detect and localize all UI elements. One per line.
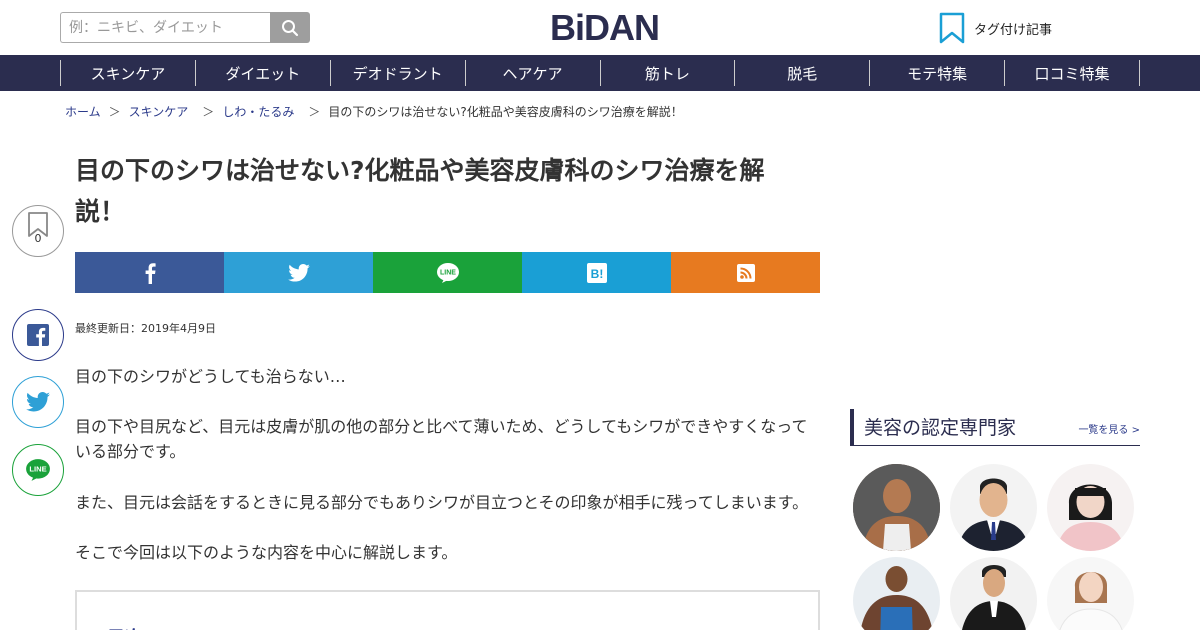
float-facebook-button[interactable] [12,309,64,361]
breadcrumb-current: 目の下のシワは治せない?化粧品や美容皮膚科のシワ治療を解説！ [328,105,683,119]
breadcrumb-separator: ＞ [108,105,121,119]
breadcrumb-skincare[interactable]: スキンケア [129,103,189,120]
line-icon: LINE [436,262,459,283]
share-hatena-button[interactable]: B! [522,252,671,293]
expert-portrait [853,557,940,630]
expert-avatar[interactable] [1047,464,1134,551]
hatena-bookmark-icon: B! [586,262,607,283]
share-bar: LINE B! [75,252,820,293]
nav-item-workout[interactable]: 筋トレ [601,60,736,86]
breadcrumb: ホーム ＞ スキンケア ＞ しわ・たるみ ＞ 目の下のシワは治せない?化粧品や美… [65,103,683,120]
svg-text:LINE: LINE [29,465,46,474]
twitter-icon [26,392,50,412]
search-button[interactable] [270,12,310,43]
expert-avatar[interactable] [853,464,940,551]
float-line-button[interactable]: LINE [12,444,64,496]
article-paragraph: また、目元は会話をするときに見る部分でもありシワが目立つとその印象が相手に残って… [75,493,809,512]
search-form [60,12,310,43]
nav-item-hair-removal[interactable]: 脱毛 [735,60,871,86]
bookmark-float-button[interactable]: 0 [12,205,64,257]
article-paragraph: 目の下や目尻など、目元は皮膚が肌の他の部分と比べて薄いため、どうしてもシワができ… [75,417,808,461]
facebook-icon [27,324,49,346]
article-paragraph: そこで今回は以下のような内容を中心に解説します。 [75,543,458,562]
search-input[interactable] [60,12,270,43]
svg-text:LINE: LINE [440,269,456,276]
toc-heading: 目次 [107,624,143,630]
expert-avatar[interactable] [853,557,940,630]
facebook-icon [145,262,156,284]
experts-title: 美容の認定専門家 [864,417,1017,439]
nav-item-diet[interactable]: ダイエット [196,60,331,86]
article-title: 目の下のシワは治せない?化粧品や美容皮膚科のシワ治療を解説！ [75,156,765,226]
float-twitter-button[interactable] [12,376,64,428]
svg-text:B!: B! [590,267,603,281]
share-facebook-button[interactable] [75,252,224,293]
twitter-icon [287,263,310,282]
nav-item-reviews-feature[interactable]: 口コミ特集 [1005,60,1140,86]
nav-item-skincare[interactable]: スキンケア [61,60,196,86]
breadcrumb-wrinkles[interactable]: しわ・たるみ [222,103,294,120]
rss-icon [736,263,755,282]
line-icon: LINE [26,459,50,481]
share-rss-button[interactable] [671,252,820,293]
share-twitter-button[interactable] [224,252,373,293]
tagged-articles-link[interactable]: タグ付け記事 [938,12,1052,44]
share-line-button[interactable]: LINE [373,252,522,293]
expert-avatar[interactable] [950,557,1037,630]
site-header: BiDAN タグ付け記事 [0,0,1200,55]
expert-portrait [1047,557,1134,630]
expert-portrait [1047,464,1134,551]
expert-portrait [950,557,1037,630]
last-updated-date: 最終更新日：2019年4月9日 [75,322,216,335]
nav-item-haircare[interactable]: ヘアケア [466,60,601,86]
breadcrumb-separator: ＞ [308,105,321,119]
expert-portrait [853,464,940,551]
category-nav: スキンケア ダイエット デオドラント ヘアケア 筋トレ 脱毛 モテ特集 口コミ特… [0,55,1200,91]
expert-portrait [950,464,1037,551]
table-of-contents: 目次 [75,590,820,630]
bookmark-count: 0 [34,232,42,245]
article-paragraph: 目の下のシワがどうしても治らない… [75,367,346,386]
bookmark-icon [939,12,965,44]
experts-see-all-link[interactable]: 一覧を見る > [1078,421,1140,436]
expert-avatar[interactable] [950,464,1037,551]
experts-section-header: 美容の認定専門家 一覧を見る > [850,409,1140,446]
tagged-articles-label: タグ付け記事 [974,22,1053,38]
nav-item-mote-feature[interactable]: モテ特集 [870,60,1006,86]
breadcrumb-home[interactable]: ホーム [65,103,101,120]
site-logo[interactable]: BiDAN [550,8,660,48]
search-icon [282,19,299,36]
expert-avatar[interactable] [1047,557,1134,630]
breadcrumb-separator: ＞ [202,105,215,119]
nav-item-deodorant[interactable]: デオドラント [331,60,466,86]
